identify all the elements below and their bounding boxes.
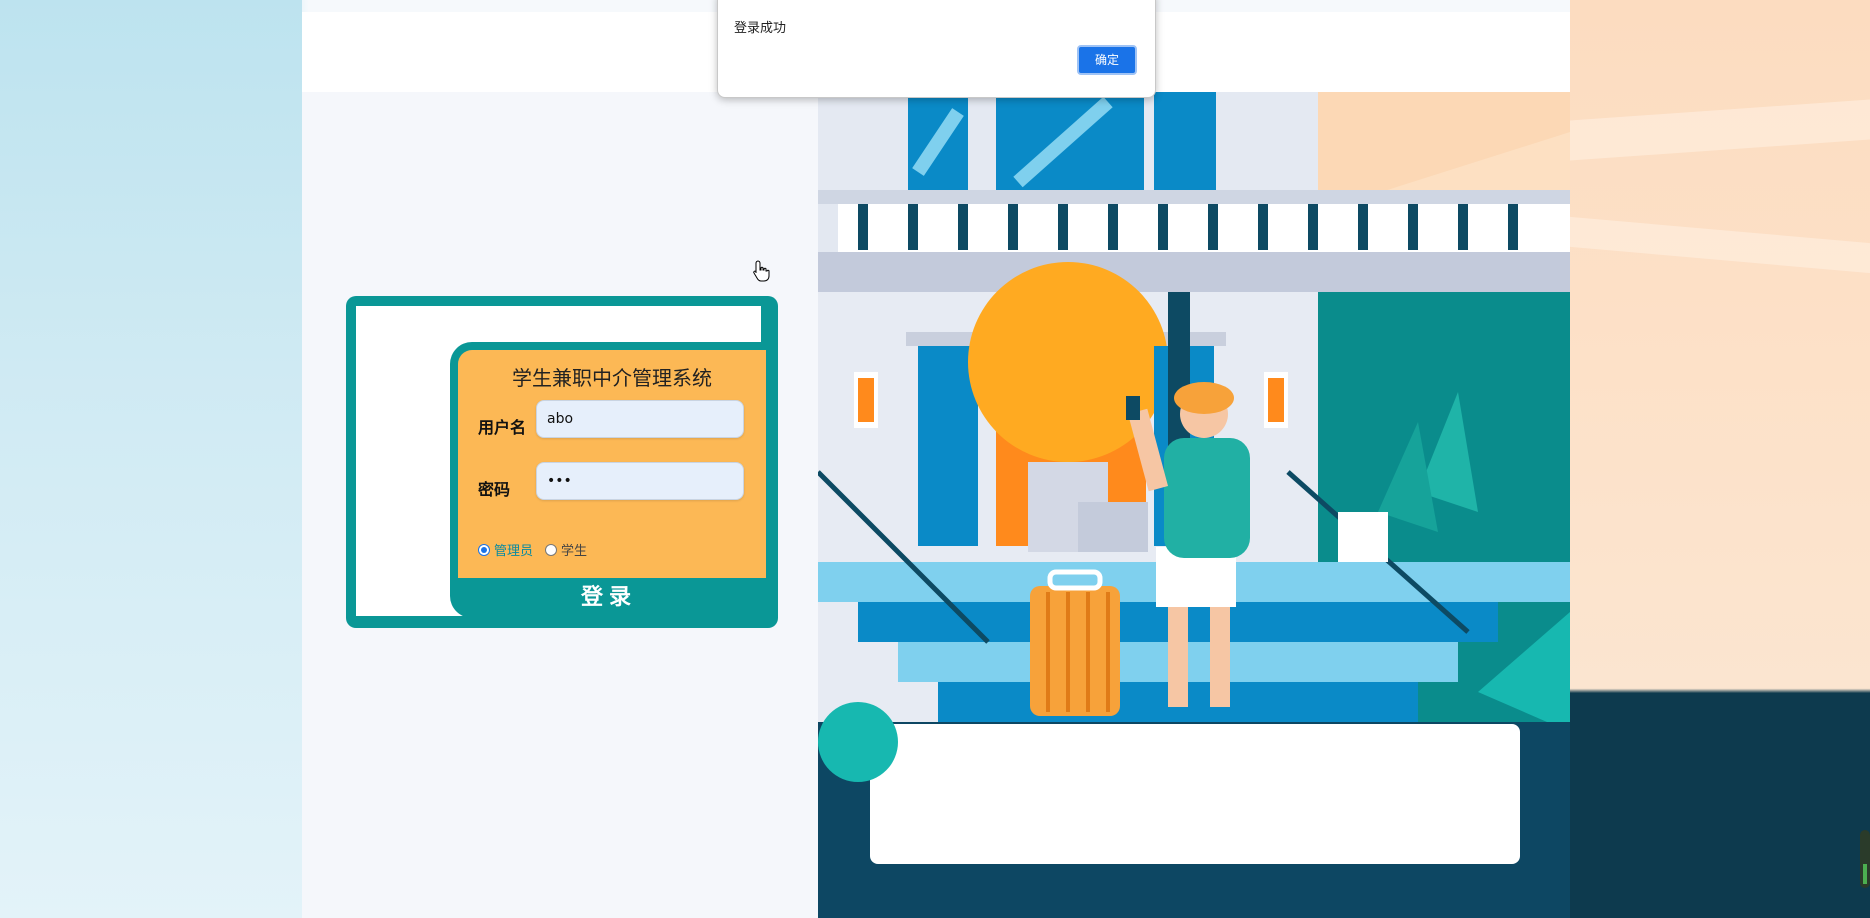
- login-card: 学生兼职中介管理系统 用户名 密码 管理员 学生 登录: [346, 296, 778, 628]
- username-input[interactable]: [536, 400, 744, 438]
- password-label: 密码: [478, 480, 511, 499]
- role-radio-student[interactable]: [545, 543, 558, 556]
- illustration-svg: [818, 92, 1570, 918]
- password-input[interactable]: [536, 462, 744, 500]
- login-form: 学生兼职中介管理系统 用户名 密码 管理员 学生: [458, 350, 766, 578]
- login-button[interactable]: 登录: [450, 578, 768, 618]
- alert-ok-button[interactable]: 确定: [1077, 45, 1137, 75]
- scroll-indicator[interactable]: [1860, 830, 1870, 888]
- login-panel: 学生兼职中介管理系统 用户名 密码 管理员 学生 登录: [450, 342, 768, 618]
- alert-message: 登录成功: [734, 21, 787, 36]
- role-radio-admin[interactable]: [478, 543, 490, 556]
- alert-dialog: 登录成功 确定: [717, 0, 1156, 98]
- house-illustration: [818, 92, 1570, 918]
- username-label: 用户名: [478, 418, 527, 437]
- background-warm: [1570, 0, 1870, 918]
- hand-cursor-icon: [752, 260, 770, 286]
- role-selector: 管理员 学生: [478, 540, 599, 559]
- system-title: 学生兼职中介管理系统: [512, 366, 712, 390]
- role-label-student[interactable]: 学生: [561, 540, 587, 559]
- background-sky: [0, 0, 302, 918]
- role-label-admin[interactable]: 管理员: [494, 540, 533, 559]
